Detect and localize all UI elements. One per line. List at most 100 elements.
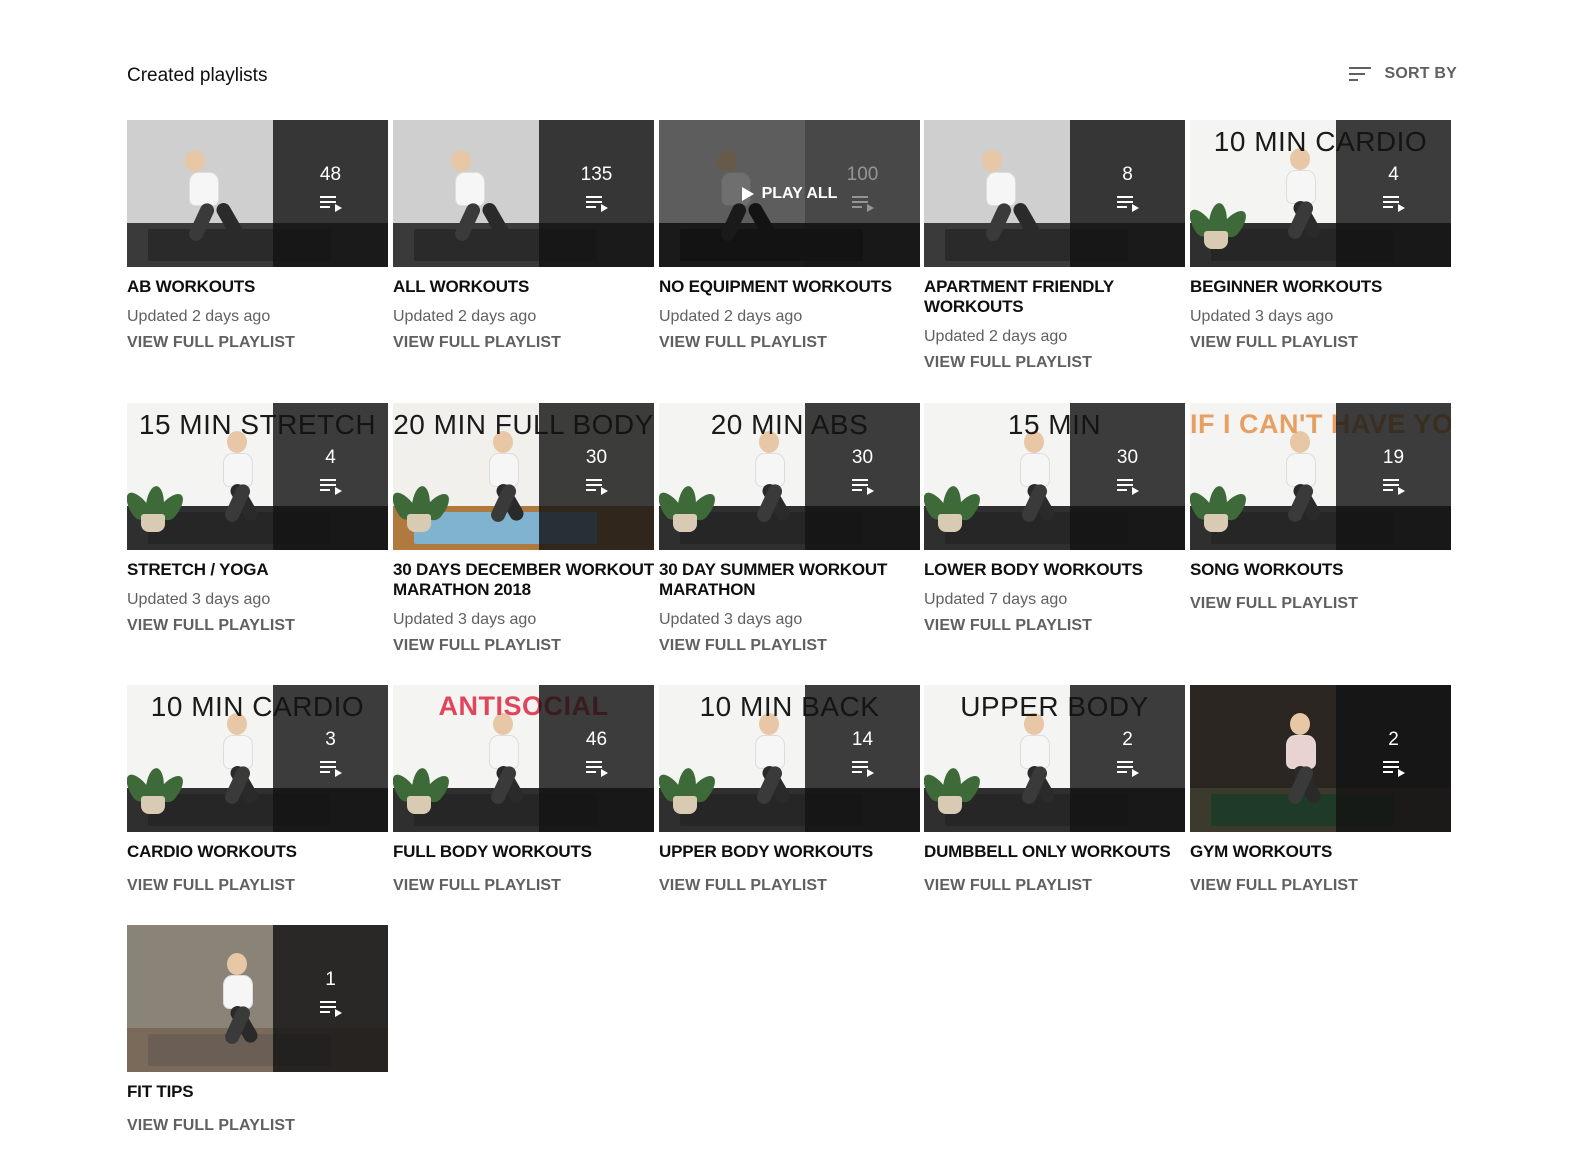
athlete-figure (463, 431, 543, 531)
athlete-figure (433, 150, 513, 250)
video-count: 30 (1116, 446, 1139, 468)
updated-time: Updated 7 days ago (924, 591, 1068, 608)
video-count: 46 (585, 728, 608, 750)
play-all-button[interactable]: PLAY ALL (659, 120, 920, 267)
playlist-thumbnail[interactable]: IF I CAN'T HAVE YOU 19 (1190, 403, 1451, 550)
video-count: 8 (1122, 163, 1133, 185)
playlist-count-panel: 14 (805, 685, 920, 832)
playlist-title[interactable]: LOWER BODY WORKOUTS (924, 560, 1185, 580)
plant-decoration (659, 754, 721, 814)
athlete-figure (197, 953, 277, 1053)
video-count: 30 (851, 446, 874, 468)
playlist-thumbnail[interactable]: 15 MIN 30 (924, 403, 1185, 550)
view-full-playlist-link[interactable]: VIEW FULL PLAYLIST (393, 333, 654, 353)
view-full-playlist-link[interactable]: VIEW FULL PLAYLIST (924, 616, 1185, 636)
playlist-title[interactable]: AB WORKOUTS (127, 277, 388, 297)
playlist-card: 10 MIN CARDIO 4 BEGINNER WORKOUTS Update… (1190, 120, 1451, 353)
plant-decoration (393, 754, 455, 814)
playlist-icon (585, 477, 608, 495)
view-full-playlist-link[interactable]: VIEW FULL PLAYLIST (1190, 876, 1451, 896)
playlist-icon (1382, 759, 1405, 777)
plant-decoration (127, 472, 189, 532)
playlist-card: 1 FIT TIPS VIEW FULL PLAYLIST (127, 925, 388, 1136)
playlist-icon (319, 194, 342, 212)
view-full-playlist-link[interactable]: VIEW FULL PLAYLIST (393, 636, 654, 656)
playlist-card: 48 AB WORKOUTS Updated 2 days ago VIEW F… (127, 120, 388, 353)
playlist-icon (585, 194, 608, 212)
playlist-thumbnail[interactable]: 15 MIN STRETCH 4 (127, 403, 388, 550)
athlete-figure (994, 713, 1074, 813)
playlist-count-panel: 2 (1336, 685, 1451, 832)
playlist-thumbnail[interactable]: 20 MIN FULL BODY 30 (393, 403, 654, 550)
playlist-thumbnail[interactable]: 1 (127, 925, 388, 1072)
playlist-title[interactable]: APARTMENT FRIENDLY WORKOUTS (924, 277, 1185, 317)
playlist-title[interactable]: CARDIO WORKOUTS (127, 842, 388, 862)
playlist-card: 10 MIN BACK 14 UPPER BODY WORKOUTS VIEW … (659, 685, 920, 896)
playlist-title[interactable]: SONG WORKOUTS (1190, 560, 1451, 580)
playlist-meta: ALL WORKOUTS Updated 2 days ago VIEW FUL… (393, 267, 654, 353)
playlist-count-panel: 30 (539, 403, 654, 550)
play-all-label: PLAY ALL (761, 184, 838, 202)
view-full-playlist-link[interactable]: VIEW FULL PLAYLIST (127, 1116, 388, 1136)
playlist-thumbnail[interactable]: 10 MIN BACK 14 (659, 685, 920, 832)
playlist-count-panel: 3 (273, 685, 388, 832)
playlist-thumbnail[interactable]: 100 PLAY ALL (659, 120, 920, 267)
video-count: 4 (1388, 163, 1399, 185)
playlist-thumbnail[interactable]: ANTISOCIAL 46 (393, 685, 654, 832)
playlist-thumbnail[interactable]: 48 (127, 120, 388, 267)
view-full-playlist-link[interactable]: VIEW FULL PLAYLIST (127, 876, 388, 896)
playlist-count-panel: 4 (273, 403, 388, 550)
plant-decoration (393, 472, 455, 532)
view-full-playlist-link[interactable]: VIEW FULL PLAYLIST (1190, 594, 1451, 614)
video-count: 48 (319, 163, 342, 185)
view-full-playlist-link[interactable]: VIEW FULL PLAYLIST (1190, 333, 1451, 353)
playlist-title[interactable]: FULL BODY WORKOUTS (393, 842, 654, 862)
playlist-thumbnail[interactable]: 8 (924, 120, 1185, 267)
playlist-thumbnail[interactable]: UPPER BODY 2 (924, 685, 1185, 832)
section-title: Created playlists (127, 65, 268, 86)
video-count: 2 (1122, 728, 1133, 750)
playlist-card: 10 MIN CARDIO 3 CARDIO WORKOUTS VIEW FUL… (127, 685, 388, 896)
view-full-playlist-link[interactable]: VIEW FULL PLAYLIST (659, 876, 920, 896)
view-full-playlist-link[interactable]: VIEW FULL PLAYLIST (127, 616, 388, 636)
playlist-title[interactable]: 30 DAYS DECEMBER WORKOUT MARATHON 2018 (393, 560, 654, 600)
view-full-playlist-link[interactable]: VIEW FULL PLAYLIST (393, 876, 654, 896)
athlete-figure (167, 150, 247, 250)
playlist-title[interactable]: GYM WORKOUTS (1190, 842, 1451, 862)
playlist-thumbnail[interactable]: 10 MIN CARDIO 4 (1190, 120, 1451, 267)
view-full-playlist-link[interactable]: VIEW FULL PLAYLIST (659, 636, 920, 656)
playlist-title[interactable]: ALL WORKOUTS (393, 277, 654, 297)
sort-by-button[interactable]: SORT BY (1348, 64, 1457, 84)
video-count: 19 (1382, 446, 1405, 468)
playlist-card: IF I CAN'T HAVE YOU 19 SONG WORKOUTS VIE… (1190, 403, 1451, 614)
playlist-title[interactable]: FIT TIPS (127, 1082, 388, 1102)
view-full-playlist-link[interactable]: VIEW FULL PLAYLIST (924, 876, 1185, 896)
playlist-icon (851, 477, 874, 495)
playlist-thumbnail[interactable]: 2 (1190, 685, 1451, 832)
playlist-meta: DUMBBELL ONLY WORKOUTS VIEW FULL PLAYLIS… (924, 832, 1185, 896)
view-full-playlist-link[interactable]: VIEW FULL PLAYLIST (127, 333, 388, 353)
view-full-playlist-link[interactable]: VIEW FULL PLAYLIST (924, 353, 1185, 373)
playlist-count-panel: 1 (273, 925, 388, 1072)
playlist-icon (319, 999, 342, 1017)
playlist-title[interactable]: NO EQUIPMENT WORKOUTS (659, 277, 920, 297)
playlist-title[interactable]: STRETCH / YOGA (127, 560, 388, 580)
updated-time: Updated 3 days ago (659, 611, 803, 628)
playlist-title[interactable]: UPPER BODY WORKOUTS (659, 842, 920, 862)
playlist-title[interactable]: BEGINNER WORKOUTS (1190, 277, 1451, 297)
playlist-meta: LOWER BODY WORKOUTS Updated 7 days ago V… (924, 550, 1185, 636)
playlist-icon (1116, 759, 1139, 777)
playlist-title[interactable]: DUMBBELL ONLY WORKOUTS (924, 842, 1185, 862)
playlist-meta: GYM WORKOUTS VIEW FULL PLAYLIST (1190, 832, 1451, 896)
playlist-count-panel: 30 (805, 403, 920, 550)
view-full-playlist-link[interactable]: VIEW FULL PLAYLIST (659, 333, 920, 353)
playlist-title[interactable]: 30 DAY SUMMER WORKOUT MARATHON (659, 560, 920, 600)
playlist-icon (1116, 477, 1139, 495)
playlist-thumbnail[interactable]: 20 MIN ABS 30 (659, 403, 920, 550)
video-count: 14 (851, 728, 874, 750)
playlist-thumbnail[interactable]: 135 (393, 120, 654, 267)
plant-decoration (1190, 472, 1252, 532)
playlist-thumbnail[interactable]: 10 MIN CARDIO 3 (127, 685, 388, 832)
playlist-card: 15 MIN STRETCH 4 STRETCH / YOGA Updated … (127, 403, 388, 636)
playlist-icon (319, 477, 342, 495)
